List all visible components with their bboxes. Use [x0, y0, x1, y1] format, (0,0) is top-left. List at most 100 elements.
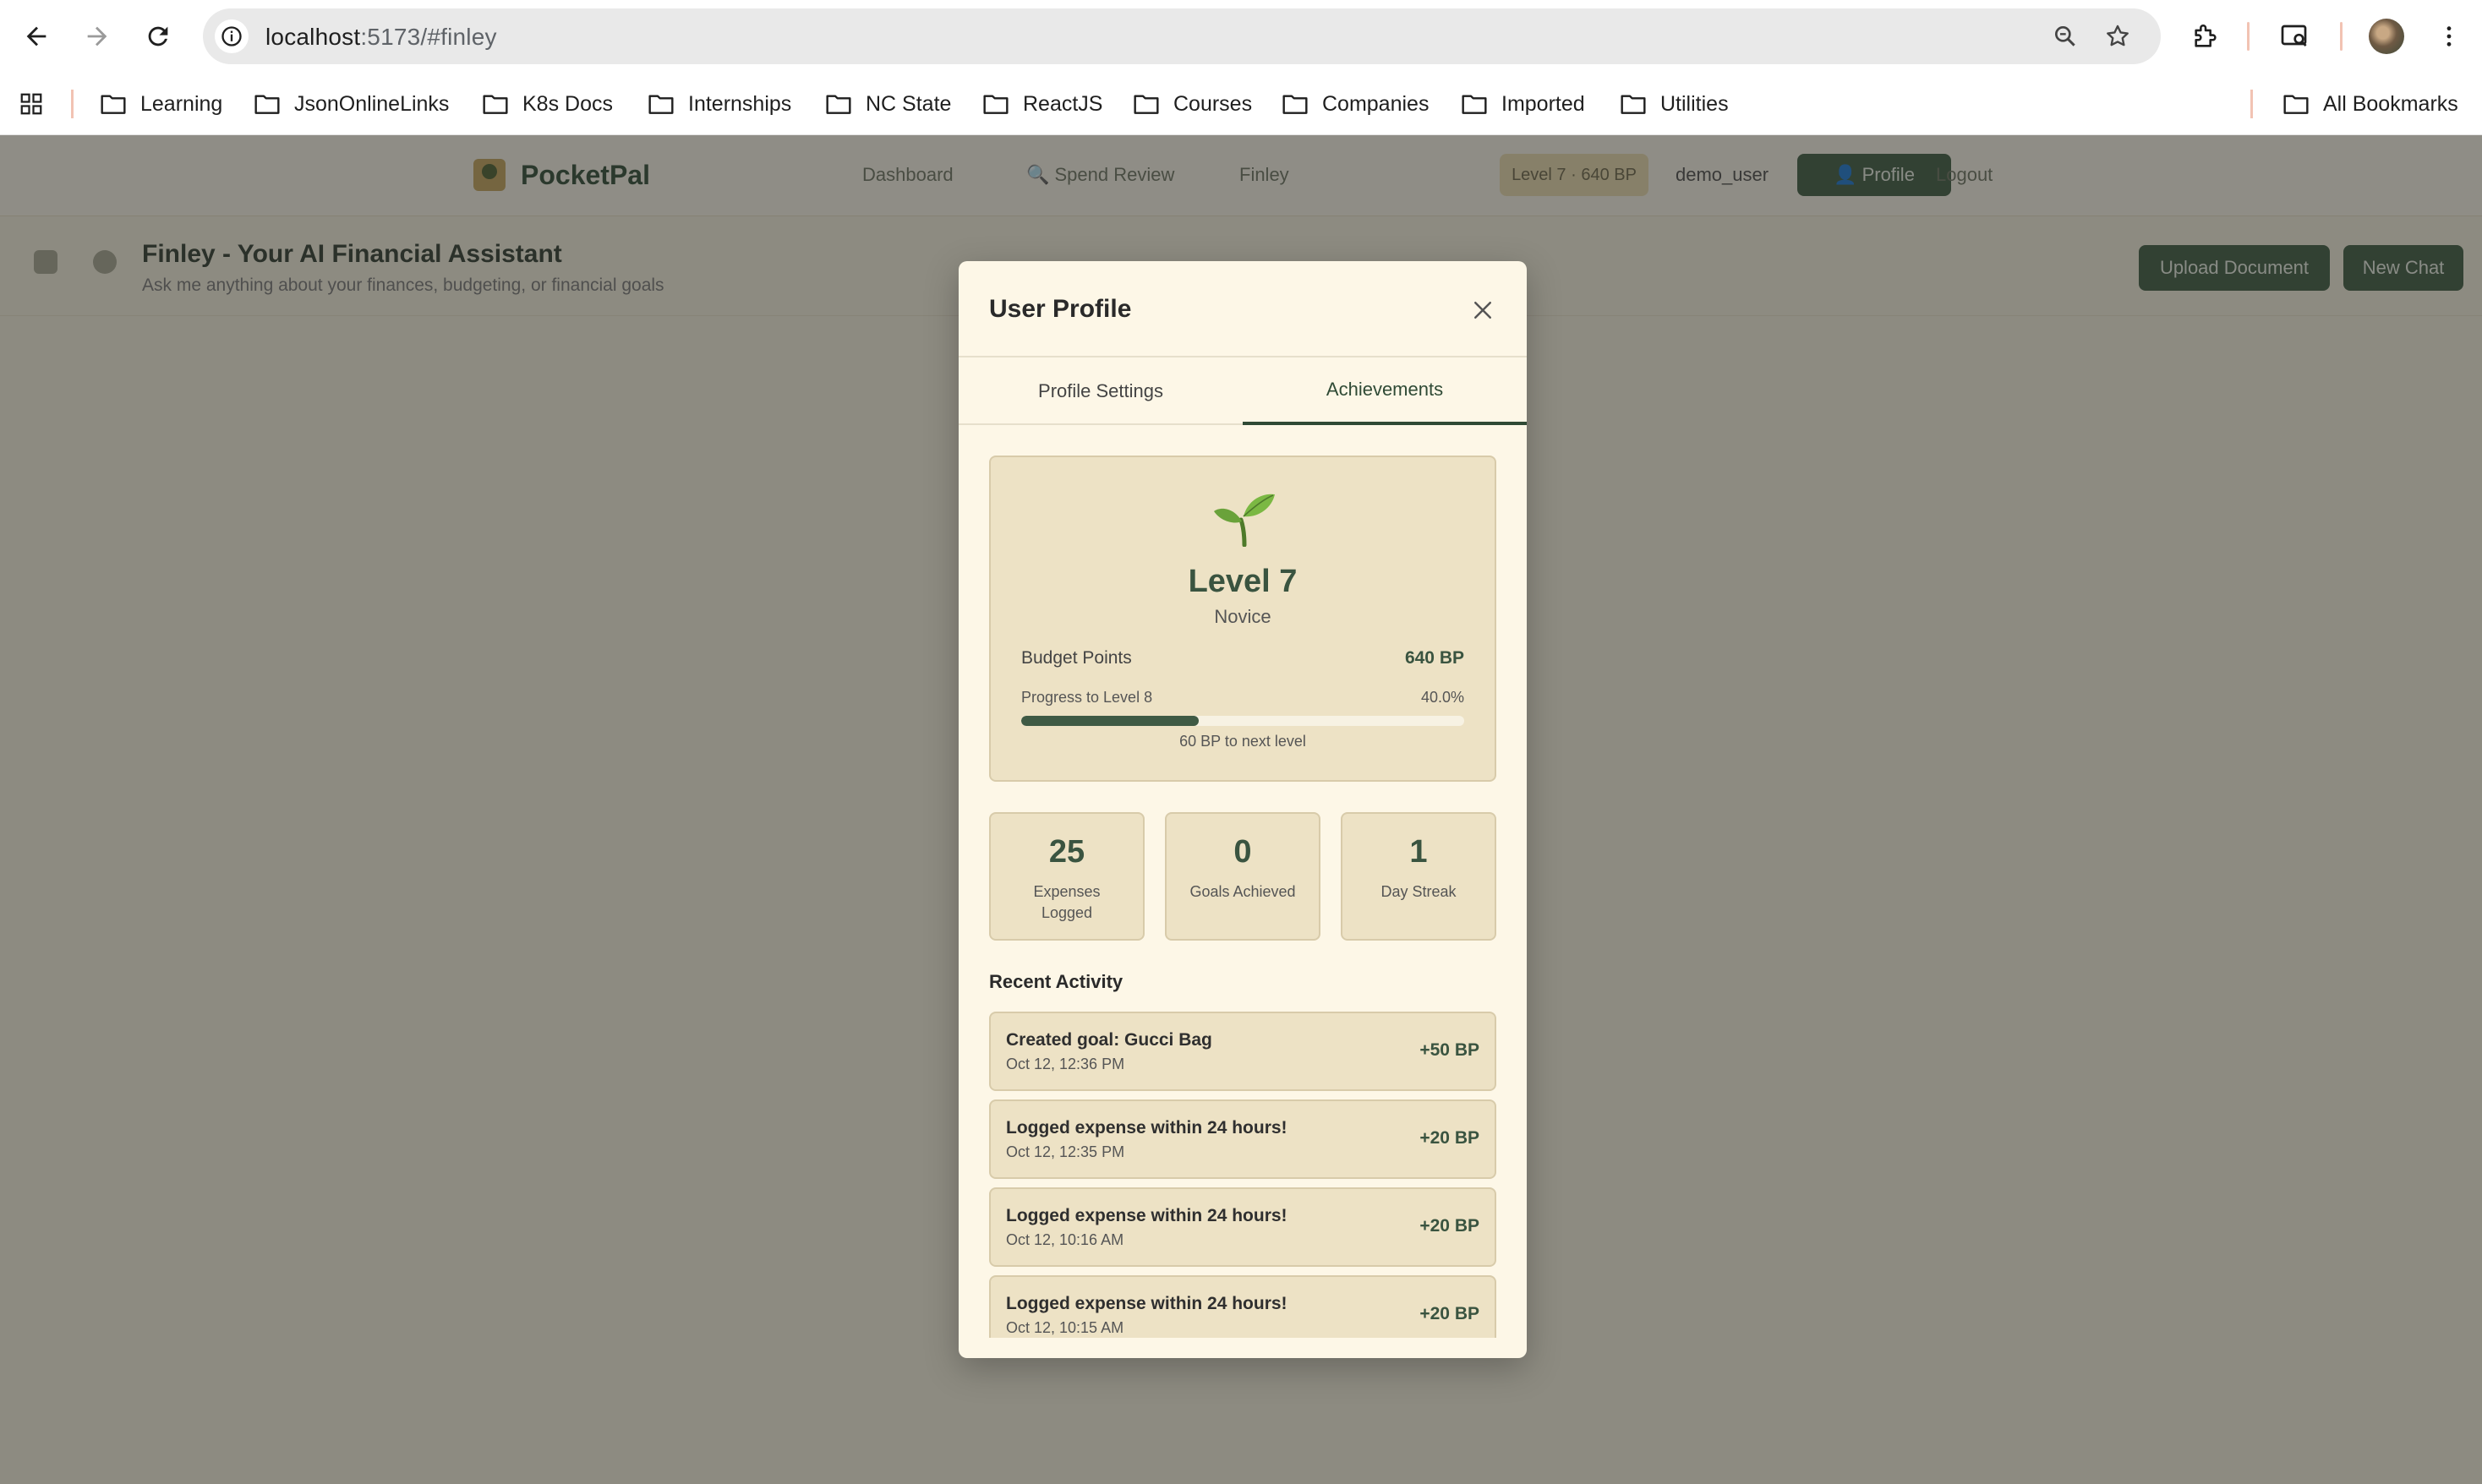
- activity-item: Created goal: Gucci Bag Oct 12, 12:36 PM…: [989, 1012, 1496, 1091]
- toolbar-divider: [2247, 22, 2250, 51]
- folder-icon: [1282, 95, 1308, 114]
- folder-icon: [826, 95, 851, 114]
- modal-title: User Profile: [989, 295, 1132, 323]
- stat-value: 0: [1233, 834, 1252, 870]
- sprout-icon: [1214, 494, 1275, 547]
- bookmark-folder[interactable]: Companies: [1282, 90, 1429, 118]
- activity-item: Logged expense within 24 hours! Oct 12, …: [989, 1187, 1496, 1267]
- progress-percent: 40.0%: [1420, 689, 1464, 706]
- back-button[interactable]: [15, 15, 57, 57]
- level-rank: Novice: [1214, 606, 1271, 627]
- bookmark-label: Internships: [688, 91, 792, 116]
- bookmark-folder[interactable]: Internships: [648, 90, 791, 118]
- folder-icon: [648, 95, 674, 114]
- activity-date: Oct 12, 12:36 PM: [1006, 1056, 1125, 1072]
- bookmark-folder[interactable]: JsonOnlineLinks: [254, 90, 449, 118]
- bookmark-folder[interactable]: NC State: [825, 90, 951, 118]
- bookmarks-divider: [2250, 90, 2253, 118]
- activity-date: Oct 12, 10:16 AM: [1006, 1231, 1124, 1248]
- folder-icon: [254, 95, 280, 114]
- apps-button[interactable]: [19, 90, 57, 118]
- budget-points-label: Budget Points: [1021, 648, 1132, 668]
- bookmark-label: K8s Docs: [522, 91, 613, 116]
- star-icon[interactable]: [2102, 20, 2134, 52]
- cast-search-icon: [2281, 25, 2307, 47]
- activity-item: Logged expense within 24 hours! Oct 12, …: [989, 1275, 1496, 1338]
- stat-value: 1: [1409, 834, 1428, 870]
- bookmark-folder[interactable]: ReactJS: [982, 90, 1102, 118]
- bookmark-label: Imported: [1501, 91, 1585, 116]
- browser-toolbar: localhost:5173/#finley: [0, 0, 2482, 73]
- tab-search-button[interactable]: [2274, 15, 2316, 57]
- bookmark-label: Learning: [140, 91, 223, 116]
- bookmark-label: Companies: [1322, 91, 1430, 116]
- bookmark-label: JsonOnlineLinks: [294, 91, 450, 116]
- url-text[interactable]: localhost:5173/#finley: [265, 24, 497, 51]
- url-path: :5173/#finley: [360, 24, 497, 50]
- url-host: localhost: [265, 24, 361, 50]
- address-bar[interactable]: localhost:5173/#finley: [203, 8, 2161, 64]
- folder-icon: [983, 95, 1009, 114]
- activity-title: Logged expense within 24 hours!: [1006, 1118, 1287, 1138]
- activity-date: Oct 12, 10:15 AM: [1006, 1319, 1124, 1336]
- modal-tabs: Profile Settings Achievements: [959, 357, 1527, 425]
- bookmark-label: Courses: [1173, 91, 1253, 116]
- bookmark-label: NC State: [866, 91, 952, 116]
- bookmark-folder[interactable]: Courses: [1133, 90, 1252, 118]
- level-card: Level 7 Novice Budget Points 640 BP Prog…: [989, 456, 1496, 782]
- budget-points-value: 640 BP: [1404, 648, 1464, 668]
- profile-avatar[interactable]: [2369, 19, 2404, 54]
- zoom-icon[interactable]: [2049, 20, 2081, 52]
- apps-grid-icon: [20, 93, 42, 115]
- stat-day-streak: 1 Day Streak: [1341, 812, 1496, 941]
- all-bookmarks-folder[interactable]: All Bookmarks: [2282, 90, 2458, 118]
- stat-expenses-logged: 25 Expenses Logged: [989, 812, 1145, 941]
- bookmarks-bar: Learning JsonOnlineLinks K8s Docs Intern…: [0, 73, 2482, 135]
- tab-achievements[interactable]: Achievements: [1243, 357, 1527, 425]
- forward-button[interactable]: [76, 15, 118, 57]
- folder-icon: [1621, 95, 1646, 114]
- activity-points: +50 BP: [1419, 1040, 1479, 1060]
- activity-points: +20 BP: [1419, 1216, 1479, 1236]
- bookmark-folder[interactable]: Learning: [100, 90, 222, 118]
- progress-bar-fill: [1021, 716, 1199, 726]
- menu-button[interactable]: [2428, 15, 2470, 57]
- activity-item: Logged expense within 24 hours! Oct 12, …: [989, 1099, 1496, 1179]
- activity-points: +20 BP: [1419, 1128, 1479, 1148]
- bookmark-label: ReactJS: [1023, 91, 1103, 116]
- folder-icon: [1462, 95, 1487, 114]
- stat-label: Expenses Logged: [1033, 883, 1101, 921]
- folder-icon: [101, 95, 126, 114]
- bookmarks-divider: [71, 90, 74, 118]
- stat-label: Day Streak: [1380, 883, 1457, 900]
- bookmark-folder[interactable]: Utilities: [1620, 90, 1729, 118]
- folder-icon: [1134, 95, 1159, 114]
- bookmark-folder[interactable]: K8s Docs: [482, 90, 613, 118]
- puzzle-icon: [2195, 25, 2217, 47]
- activity-title: Logged expense within 24 hours!: [1006, 1206, 1287, 1225]
- toolbar-divider: [2340, 22, 2343, 51]
- activity-title: Created goal: Gucci Bag: [1006, 1030, 1212, 1050]
- arrow-left-icon: [26, 26, 46, 46]
- bookmark-label: Utilities: [1660, 91, 1729, 116]
- close-icon: [1474, 302, 1491, 319]
- site-info-icon[interactable]: [215, 19, 249, 53]
- stat-goals-achieved: 0 Goals Achieved: [1165, 812, 1320, 941]
- reload-icon: [148, 26, 168, 46]
- stat-label: Goals Achieved: [1189, 883, 1296, 900]
- reload-button[interactable]: [137, 15, 179, 57]
- modal-header: User Profile: [959, 261, 1527, 357]
- user-profile-modal: User Profile Profile Settings Achievemen…: [959, 261, 1527, 1358]
- activity-points: +20 BP: [1419, 1304, 1479, 1323]
- arrow-right-icon: [87, 26, 107, 46]
- all-bookmarks-label: All Bookmarks: [2323, 91, 2458, 116]
- achievements-panel[interactable]: Level 7 Novice Budget Points 640 BP Prog…: [959, 427, 1527, 1338]
- activity-date: Oct 12, 12:35 PM: [1006, 1143, 1125, 1160]
- close-button[interactable]: [1466, 293, 1500, 327]
- tab-profile-settings[interactable]: Profile Settings: [959, 357, 1243, 425]
- extensions-button[interactable]: [2184, 15, 2227, 57]
- level-title: Level 7: [1188, 564, 1298, 599]
- bookmark-folder[interactable]: Imported: [1461, 90, 1585, 118]
- progress-label: Progress to Level 8: [1021, 689, 1153, 706]
- folder-icon: [2283, 95, 2309, 114]
